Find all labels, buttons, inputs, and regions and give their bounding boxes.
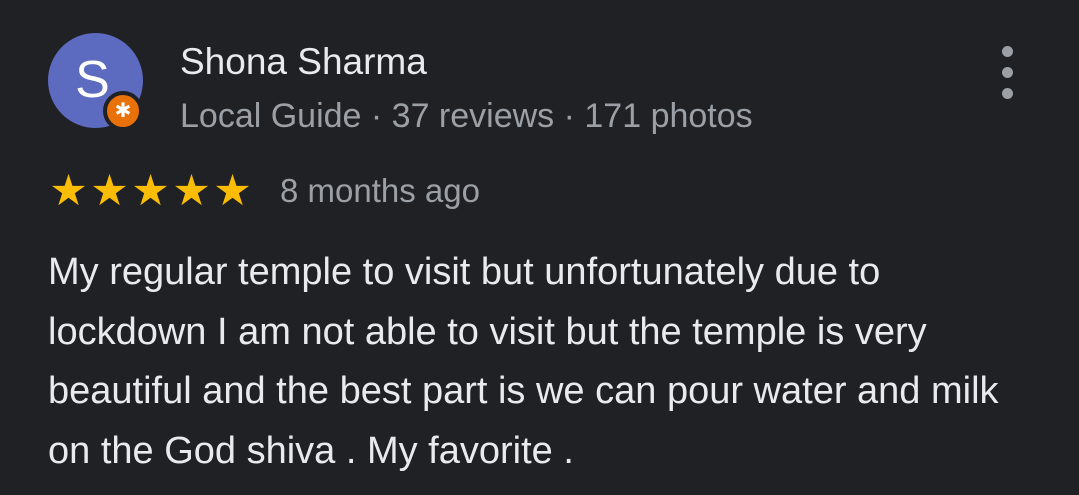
more-vert-icon [1002, 88, 1013, 99]
review-date: 8 months ago [280, 172, 480, 209]
review-card: S ✱ Shona Sharma Local Guide · 37 review… [0, 0, 1079, 495]
more-options-button[interactable] [990, 46, 1026, 100]
star-icon: ★ [213, 166, 252, 216]
local-guide-badge-icon: ✱ [103, 91, 143, 131]
star-icon: ★ [172, 166, 211, 216]
more-vert-icon [1002, 46, 1013, 57]
star-rating: ★★★★★ [48, 168, 253, 214]
star-icon: ★ [90, 166, 129, 216]
review-text: My regular temple to visit but unfortuna… [48, 251, 999, 472]
star-icon: ★ [131, 166, 170, 216]
star-icon: ★ [49, 166, 88, 216]
reviewer-name[interactable]: Shona Sharma [180, 40, 427, 84]
more-vert-icon [1002, 67, 1013, 78]
reviewer-meta: Local Guide · 37 reviews · 171 photos [180, 97, 753, 135]
